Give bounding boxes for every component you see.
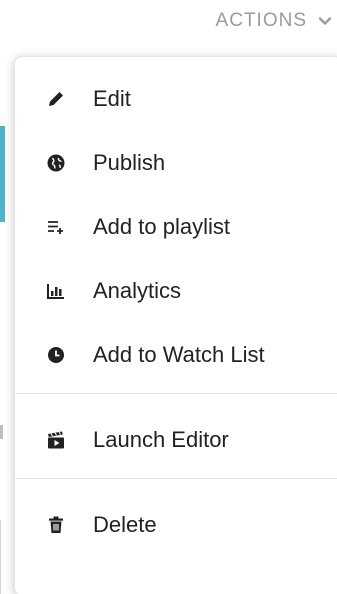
bar-chart-icon [45,280,67,302]
menu-item-label: Analytics [93,278,182,303]
clock-icon [45,344,67,366]
menu-item-edit[interactable]: Edit [15,67,337,131]
background-fragment [0,425,3,439]
menu-item-label: Launch Editor [93,427,229,452]
menu-item-label: Publish [93,150,166,175]
actions-menu: Edit Publish Add to playlist Analytics A… [14,56,337,594]
menu-item-launch-editor[interactable]: Launch Editor [15,408,337,472]
menu-item-delete[interactable]: Delete [15,493,337,557]
actions-label: ACTIONS [215,10,307,31]
menu-item-add-to-watch-list[interactable]: Add to Watch List [15,323,337,387]
menu-item-publish[interactable]: Publish [15,131,337,195]
menu-divider [15,478,337,479]
globe-icon [45,152,67,174]
stage: ACTIONS Edit Publish Add to playlist Ana… [0,0,337,594]
menu-item-add-to-playlist[interactable]: Add to playlist [15,195,337,259]
playlist-add-icon [45,216,67,238]
chevron-down-icon [317,13,333,29]
clapperboard-icon [45,429,67,451]
menu-divider [15,393,337,394]
menu-item-label: Edit [93,86,131,111]
pencil-icon [45,88,67,110]
menu-item-label: Add to Watch List [93,342,265,367]
actions-dropdown-button[interactable]: ACTIONS [216,6,333,36]
trash-icon [45,514,67,536]
menu-item-analytics[interactable]: Analytics [15,259,337,323]
background-accent-bar [0,126,5,222]
menu-item-label: Add to playlist [93,214,230,239]
background-edge [0,520,1,594]
menu-item-label: Delete [93,512,157,537]
